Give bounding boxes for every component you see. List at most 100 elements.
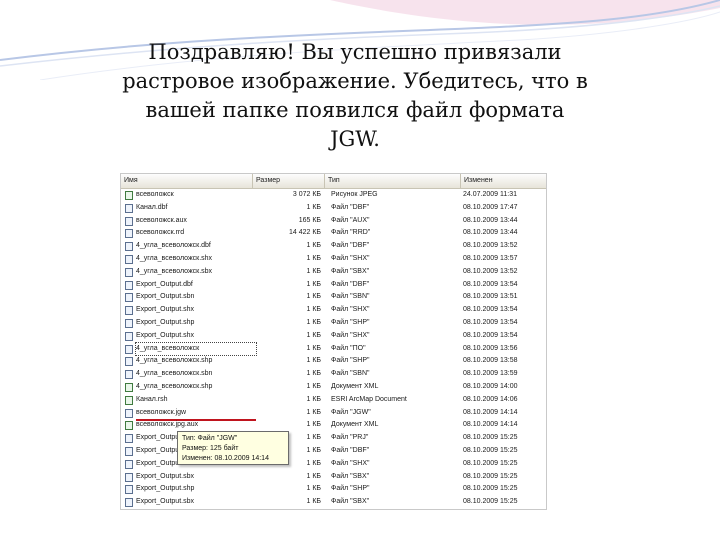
file-date: 08.10.2009 13:56 [463, 344, 518, 352]
file-type: Файл "RRD" [331, 229, 371, 237]
file-date: 08.10.2009 13:51 [463, 293, 518, 301]
file-size: 1 КБ [306, 280, 321, 288]
file-name: Export_Output.shx [136, 331, 194, 339]
file-size: 1 КБ [306, 370, 321, 378]
file-size: 14 422 КБ [288, 229, 321, 237]
file-date: 08.10.2009 15:25 [463, 485, 518, 493]
file-type: Файл "DBF" [331, 203, 370, 211]
table-row[interactable]: Канал.rsh 1 КБ ESRI ArcMap Document 08.10.2… [121, 394, 546, 407]
file-date: 08.10.2009 15:25 [463, 459, 518, 467]
file-size: 165 КБ [298, 216, 321, 224]
file-date: 08.10.2009 14:00 [463, 382, 518, 390]
file-type: Файл "SHP" [331, 357, 370, 365]
file-icon [125, 280, 133, 290]
tooltip-type: Тип: Файл "JGW" [182, 435, 238, 442]
file-name: Канал.dbf [136, 203, 168, 211]
file-date: 08.10.2009 13:54 [463, 318, 518, 326]
file-icon [125, 318, 133, 328]
file-type: Файл "SHX" [331, 459, 370, 467]
file-date: 08.10.2009 13:52 [463, 242, 518, 250]
table-row[interactable]: 4_угла_всеволожск.shp 1 КБ Файл "SHP" 08.10… [121, 355, 546, 368]
file-date: 08.10.2009 14:14 [463, 421, 518, 429]
file-name: Export_Output.sbn [136, 293, 195, 301]
file-type: Файл "SBX" [331, 472, 370, 480]
file-type: Файл "PRJ" [331, 434, 369, 442]
file-name: 4_угла_всеволожск.shx [136, 254, 213, 262]
file-icon [125, 203, 133, 213]
file-name: Канал.rsh [136, 395, 168, 403]
file-type: Файл "SHP" [331, 485, 370, 493]
file-date: 08.10.2009 13:54 [463, 306, 518, 314]
table-row[interactable]: 4_угла_всеволожск.shp 1 КБ Документ XML 08.… [121, 381, 546, 394]
file-name: всеволожск [136, 191, 174, 198]
file-type: Файл "SHP" [331, 318, 370, 326]
file-name: Export_Output.shx [136, 306, 194, 314]
file-size: 1 КБ [306, 267, 321, 275]
file-date: 08.10.2009 15:25 [463, 472, 518, 480]
column-header-size[interactable]: Размер [253, 174, 325, 188]
file-icon [125, 229, 133, 239]
file-size: 1 КБ [306, 485, 321, 493]
file-icon [125, 216, 133, 226]
table-row[interactable]: Export_Output.sbn 1 КБ Файл "SBN" 08.10.200… [121, 291, 546, 304]
file-size: 1 КБ [306, 498, 321, 506]
column-header-date[interactable]: Изменен [461, 174, 546, 188]
tooltip-modified: Изменен: 08.10.2009 14:14 [182, 455, 269, 462]
file-size: 1 КБ [306, 382, 321, 390]
file-type: Файл "AUX" [331, 216, 370, 224]
table-row[interactable]: Канал.dbf 1 КБ Файл "DBF" 08.10.2009 17:47 [121, 202, 546, 215]
file-name: Export_Output.sbx [136, 472, 194, 480]
file-icon [125, 306, 133, 316]
table-row[interactable]: всеволожск.rrd 14 422 КБ Файл "RRD" 08.10.2… [121, 227, 546, 240]
file-type: Рисунок JPEG [331, 191, 378, 198]
table-row[interactable]: всеволожск.jgw 1 КБ Файл "JGW" 08.10.2009 1… [121, 407, 546, 422]
file-size: 1 КБ [306, 306, 321, 314]
file-date: 08.10.2009 15:25 [463, 446, 518, 454]
table-row[interactable]: Export_Output.shp 1 КБ Файл "SHP" 08.10.200… [121, 483, 546, 496]
table-row[interactable]: 4_угла_всеволожск.sbn 1 КБ Файл "SBN" 08.10… [121, 368, 546, 381]
file-type: Файл "SHX" [331, 331, 370, 339]
file-size: 1 КБ [306, 357, 321, 365]
file-icon [125, 382, 133, 392]
file-name: 4_угла_всеволожск.shp [136, 357, 213, 365]
column-header-type[interactable]: Тип [325, 174, 461, 188]
file-date: 08.10.2009 13:44 [463, 216, 518, 224]
file-date: 08.10.2009 14:14 [463, 408, 518, 416]
table-row[interactable]: 4_угла_всеволожск.sbx 1 КБ Файл "SBX" 08.10… [121, 266, 546, 279]
table-row[interactable]: Export_Output.dbf 1 КБ Файл "DBF" 08.10.200… [121, 279, 546, 292]
file-icon [125, 472, 133, 482]
file-type: Файл "ПО" [331, 344, 366, 352]
file-type: Файл "SBX" [331, 498, 370, 506]
file-type: Файл "SHX" [331, 306, 370, 314]
file-date: 08.10.2009 15:25 [463, 434, 518, 442]
file-date: 08.10.2009 13:59 [463, 370, 518, 378]
column-header-name[interactable]: Имя [121, 174, 253, 188]
table-row[interactable]: Export_Output.shp 1 КБ Файл "SHP" 08.10.200… [121, 317, 546, 330]
file-name: 4_угла_всеволожск.sbn [136, 370, 213, 378]
file-size: 1 КБ [306, 242, 321, 250]
table-row[interactable]: всеволожск.aux 165 КБ Файл "AUX" 08.10.2009… [121, 215, 546, 228]
file-tooltip: Тип: Файл "JGW" Размер: 125 байт Изменен… [177, 431, 289, 465]
table-row[interactable]: 4_угла_всеволожск.shx 1 КБ Файл "SHX" 08.10… [121, 253, 546, 266]
file-size: 1 КБ [306, 472, 321, 480]
file-type: Файл "SBN" [331, 370, 370, 378]
file-icon [125, 254, 133, 264]
file-icon [125, 395, 133, 405]
table-row[interactable]: Export_Output.shx 1 КБ Файл "SHX" 08.10.200… [121, 330, 546, 343]
file-name: Export_Output.sbx [136, 498, 194, 506]
table-row[interactable]: Export_Output.sbx 1 КБ Файл "SBX" 08.10.200… [121, 496, 546, 509]
file-icon [125, 370, 133, 380]
file-icon [125, 293, 133, 303]
file-icon [125, 267, 133, 277]
file-date: 08.10.2009 13:57 [463, 254, 518, 262]
table-row[interactable]: 4_угла_всеволожск 1 КБ Файл "ПО" 08.10.2009… [121, 341, 546, 357]
table-row[interactable]: всеволожск 3 072 КБ Рисунок JPEG 24.07.2009… [121, 189, 546, 202]
table-row[interactable]: Export_Output.sbx 1 КБ Файл "SBX" 08.10.200… [121, 471, 546, 484]
file-date: 08.10.2009 17:47 [463, 203, 518, 211]
table-row[interactable]: 4_угла_всеволожск.dbf 1 КБ Файл "DBF" 08.10… [121, 240, 546, 253]
file-icon [125, 408, 133, 418]
tooltip-size: Размер: 125 байт [182, 445, 239, 452]
file-name: Export_Output.dbf [136, 280, 193, 288]
table-row[interactable]: Export_Output.shx 1 КБ Файл "SHX" 08.10.200… [121, 304, 546, 317]
file-type: Файл "SHX" [331, 254, 370, 262]
